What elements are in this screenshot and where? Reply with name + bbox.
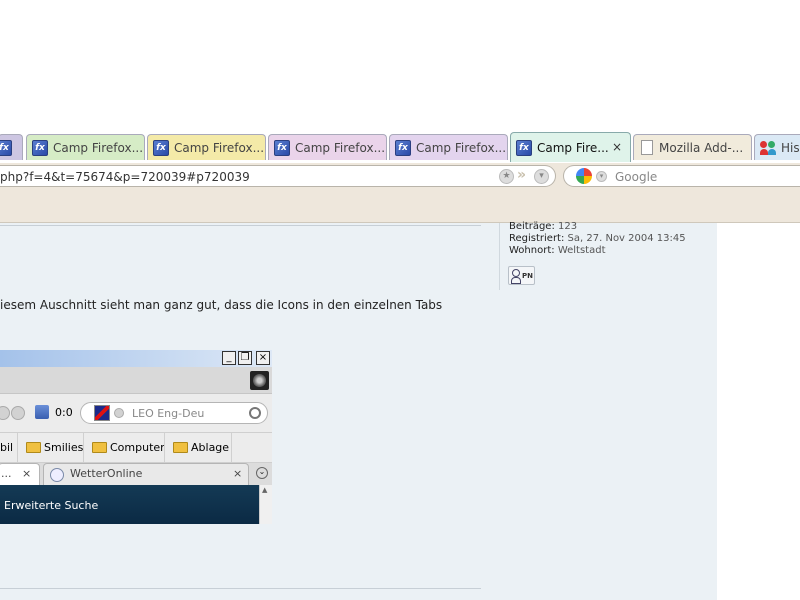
separator <box>17 433 18 462</box>
private-message-button[interactable]: PN <box>508 266 535 285</box>
bookmark-item: bil <box>0 441 14 454</box>
leo-placeholder: LEO Eng-Deu <box>132 407 205 420</box>
uk-flag-icon <box>94 405 110 421</box>
bookmark-label: Smilies <box>44 441 84 454</box>
folder-icon <box>26 442 41 453</box>
user-icon <box>512 269 520 277</box>
tab-close-icon: × <box>22 467 32 480</box>
tab-label: Camp Firefox... <box>53 140 144 155</box>
leo-search-box: LEO Eng-Deu <box>80 402 268 424</box>
tab-partial[interactable]: fx <box>0 134 23 160</box>
tab-label: Camp Firefox... <box>416 140 507 155</box>
tab-camp-firefox-4[interactable]: fx Camp Firefox... <box>389 134 508 160</box>
registered-value: Sa, 27. Nov 2004 13:45 <box>567 233 686 244</box>
tab-label: ... <box>1 467 12 480</box>
folder-icon <box>92 442 107 453</box>
tab-camp-firefox-2[interactable]: fx Camp Firefox... <box>147 134 266 160</box>
separator <box>83 433 84 462</box>
folder-icon <box>173 442 188 453</box>
firefox-page-icon: fx <box>32 139 48 156</box>
globe-icon <box>50 468 64 482</box>
people-icon <box>760 140 776 155</box>
posts-label: Beiträge: <box>509 221 555 232</box>
firefox-page-icon: fx <box>274 139 290 156</box>
pm-label: PN <box>522 272 533 280</box>
bookmarks-toolbar <box>0 191 800 223</box>
tab-label: Camp Firefox... <box>295 140 386 155</box>
restore-icon: ❐ <box>238 351 252 365</box>
download-counter: 0:0 <box>55 406 73 419</box>
go-arrow-icon[interactable]: » <box>517 167 526 183</box>
tab-list-icon: ⌄ <box>256 467 268 479</box>
embedded-content-text: Erweiterte Suche <box>4 499 99 512</box>
tab-bar: fx fx Camp Firefox... fx Camp Firefox...… <box>0 132 800 162</box>
bookmark-computer: Computer <box>92 433 165 462</box>
firefox-throbber-icon <box>250 371 269 390</box>
url-text: php?f=4&t=75674&p=720039#p720039 <box>0 170 250 184</box>
search-bar[interactable]: ▾ Google <box>563 165 800 187</box>
star-icon[interactable]: ★ <box>499 169 514 184</box>
posts-value: 123 <box>558 221 578 232</box>
google-icon[interactable] <box>576 168 592 184</box>
firefox-page-icon: fx <box>0 139 12 156</box>
bookmark-label: Computer <box>110 441 165 454</box>
divider <box>0 225 481 226</box>
divider <box>0 588 481 589</box>
close-icon: × <box>256 351 270 365</box>
separator <box>231 433 232 462</box>
search-engine-dropdown-icon[interactable]: ▾ <box>596 171 607 182</box>
tab-camp-firefox-1[interactable]: fx Camp Firefox... <box>26 134 145 160</box>
tab-label: Camp Fire... <box>537 140 609 155</box>
tab-label: Mozilla Add-... <box>659 140 744 155</box>
bookmark-label: Ablage <box>191 441 230 454</box>
tab-close-icon[interactable]: × <box>612 140 622 154</box>
profile-posts: Beiträge: 123 <box>509 221 577 232</box>
embedded-scrollbar: ▲ <box>259 485 272 524</box>
firefox-page-icon: fx <box>395 139 411 156</box>
embedded-tab-active: ... × <box>0 463 40 485</box>
profile-location: Wohnort: Weltstadt <box>509 245 606 256</box>
download-icon <box>35 405 49 419</box>
chevron-down-icon[interactable]: ▾ <box>534 169 549 184</box>
menu-bar <box>0 367 272 394</box>
embedded-screenshot: _ ❐ × 0:0 LEO Eng-Deu bil Smilies Comput… <box>0 350 272 524</box>
chevron-down-icon <box>11 406 25 420</box>
profile-divider <box>499 223 500 290</box>
navigation-toolbar: php?f=4&t=75674&p=720039#p720039 ★ » ▾ ▾… <box>0 163 800 191</box>
firefox-page-icon: fx <box>516 139 532 156</box>
bookmark-smilies: Smilies <box>26 433 83 462</box>
bookmark-ablage: Ablage <box>173 433 229 462</box>
search-placeholder: Google <box>615 170 658 184</box>
tab-mozilla-addons[interactable]: Mozilla Add-... <box>633 134 752 160</box>
registered-label: Registriert: <box>509 233 565 244</box>
tab-label: His <box>781 140 800 155</box>
embedded-bookmarks-bar: bil Smilies Computer Ablage <box>0 433 272 463</box>
embedded-tab-strip: ... × WetterOnline × ⌄ <box>0 463 272 485</box>
embedded-nav-toolbar: 0:0 LEO Eng-Deu <box>0 394 272 433</box>
profile-registered: Registriert: Sa, 27. Nov 2004 13:45 <box>509 233 686 244</box>
minimize-icon: _ <box>222 351 236 365</box>
window-titlebar: _ ❐ × <box>0 350 272 367</box>
document-icon <box>641 140 653 155</box>
forum-page: Beiträge: 123 Registriert: Sa, 27. Nov 2… <box>0 221 717 600</box>
tab-camp-firefox-3[interactable]: fx Camp Firefox... <box>268 134 387 160</box>
tab-label: Camp Firefox... <box>174 140 265 155</box>
tab-camp-firefox-active[interactable]: fx Camp Fire... × <box>510 132 631 162</box>
post-text: iesem Auschnitt sieht man ganz gut, dass… <box>0 298 443 312</box>
location-label: Wohnort: <box>509 245 555 256</box>
embedded-tab-wetteronline: WetterOnline × <box>43 463 249 485</box>
firefox-page-icon: fx <box>153 139 169 156</box>
url-bar[interactable]: php?f=4&t=75674&p=720039#p720039 ★ » ▾ <box>0 165 556 187</box>
tab-close-icon: × <box>233 467 243 480</box>
scroll-up-icon: ▲ <box>262 486 268 494</box>
tab-history[interactable]: His <box>754 134 800 160</box>
user-body-icon <box>511 277 521 284</box>
separator <box>164 433 165 462</box>
magnifier-icon <box>249 407 261 419</box>
embedded-page-content: Erweiterte Suche <box>0 485 259 524</box>
location-value: Weltstadt <box>557 245 606 256</box>
tab-label: WetterOnline <box>70 467 143 480</box>
engine-dropdown-icon <box>114 408 124 418</box>
star-icon <box>0 406 10 420</box>
